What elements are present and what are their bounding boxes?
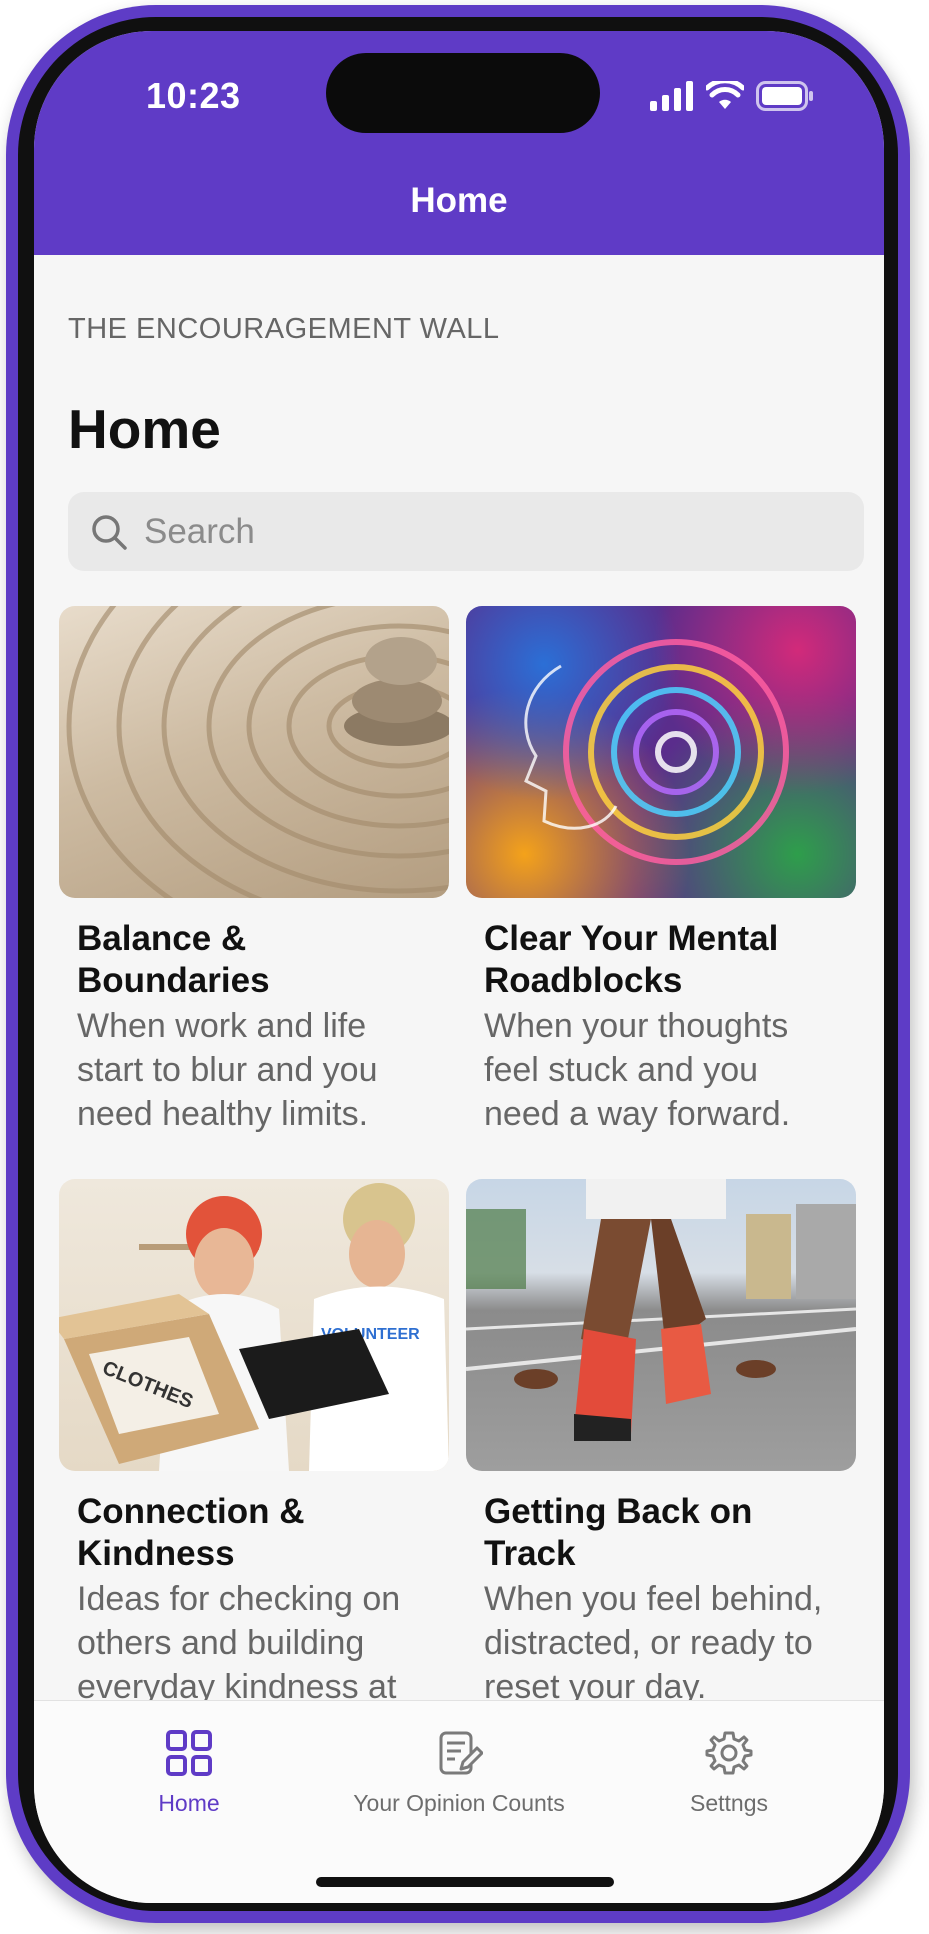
- page-title: Home: [68, 398, 221, 460]
- card-title: Clear Your Mental Roadblocks: [484, 919, 779, 1000]
- card-image-zen-sand: [59, 606, 449, 898]
- tab-label: Your Opinion Counts: [353, 1790, 565, 1816]
- card-title: Getting Back on Track: [484, 1492, 753, 1573]
- card-getting-back-on-track[interactable]: Getting Back on Track When you feel behi…: [466, 1179, 856, 1709]
- section-eyebrow: THE ENCOURAGEMENT WALL: [68, 313, 500, 345]
- nav-title: Home: [410, 181, 508, 220]
- card-image-volunteers: VOLUNTEER CLOTHES: [59, 1179, 449, 1471]
- card-connection-kindness[interactable]: VOLUNTEER CLOTHES Connection & Kindness …: [59, 1179, 449, 1753]
- tab-bar: Home Your Opinion Counts Settngs: [34, 1700, 884, 1903]
- card-title: Connection & Kindness: [77, 1492, 305, 1573]
- card-image-color-swirl: [466, 606, 856, 898]
- header: 10:23 Home: [34, 31, 884, 255]
- status-time: 10:23: [146, 75, 241, 116]
- card-description: When your thoughts feel stuck and you ne…: [484, 1007, 791, 1133]
- tab-label: Settngs: [690, 1790, 768, 1816]
- search-bar[interactable]: [68, 492, 864, 571]
- tab-label: Home: [158, 1790, 220, 1816]
- runner-illustration: [466, 1179, 856, 1441]
- wifi-icon: [706, 81, 744, 109]
- volunteers-illustration: VOLUNTEER CLOTHES: [59, 1183, 449, 1471]
- grid-icon: [166, 1730, 212, 1776]
- screen: 10:23 Home THE ENCOURAGEMENT WALL Home S…: [34, 31, 884, 1903]
- tab-settings[interactable]: Settngs: [599, 1729, 859, 1817]
- card-balance-boundaries[interactable]: Balance & Boundaries When work and life …: [59, 606, 449, 1136]
- card-description: When work and life start to blur and you…: [77, 1007, 378, 1133]
- card-description: When you feel behind, distracted, or rea…: [484, 1580, 823, 1706]
- dynamic-island: [326, 53, 600, 133]
- card-image-runner: [466, 1179, 856, 1471]
- search-input[interactable]: [142, 510, 826, 553]
- battery-icon: [756, 81, 813, 111]
- status-icons: [650, 79, 814, 113]
- zen-sand-illustration: [66, 606, 449, 898]
- mind-swirl-illustration: [524, 639, 789, 865]
- card-title: Balance & Boundaries: [77, 919, 270, 1000]
- tab-your-opinion-counts[interactable]: Your Opinion Counts: [329, 1729, 589, 1817]
- tab-home[interactable]: Home: [59, 1729, 319, 1817]
- search-icon: [92, 514, 127, 550]
- edit-note-icon: [439, 1731, 484, 1775]
- signal-icon: [650, 81, 693, 111]
- card-clear-mental-roadblocks[interactable]: Clear Your Mental Roadblocks When your t…: [466, 606, 856, 1136]
- gear-icon: [705, 1731, 753, 1775]
- home-indicator[interactable]: [316, 1877, 614, 1887]
